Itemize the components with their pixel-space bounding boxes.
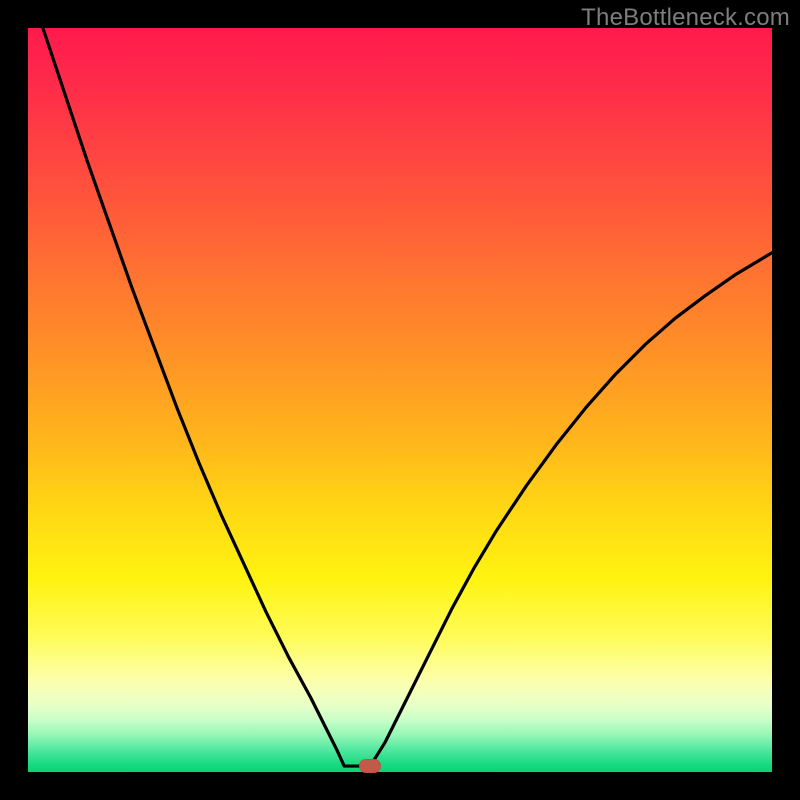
bottleneck-curve <box>28 28 772 772</box>
curve-path <box>43 28 772 766</box>
watermark-text: TheBottleneck.com <box>581 4 790 32</box>
optimum-marker <box>359 759 381 773</box>
chart-frame: TheBottleneck.com <box>0 0 800 800</box>
plot-area <box>28 28 772 772</box>
